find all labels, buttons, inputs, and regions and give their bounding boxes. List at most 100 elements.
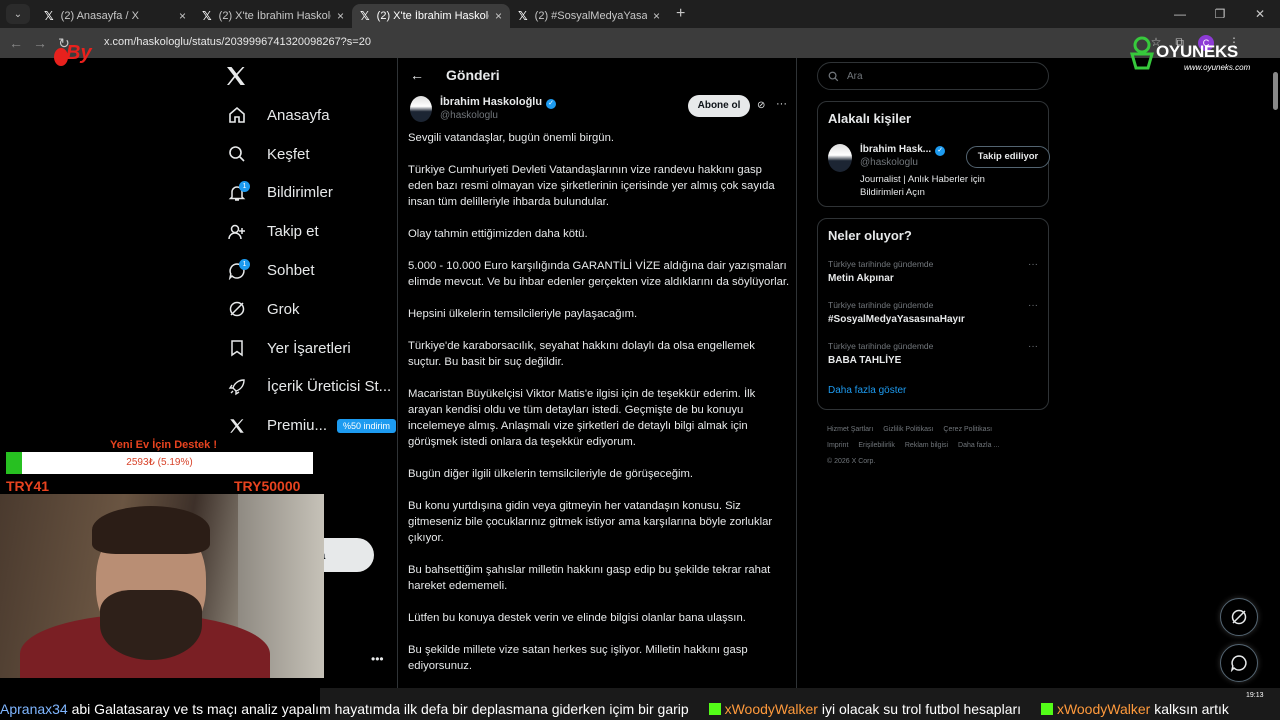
donation-min: TRY41 xyxy=(6,478,50,494)
nav-label: İçerik Üreticisi St... xyxy=(267,378,392,396)
chat-badge: 1 xyxy=(239,258,250,270)
by-logo-text: By xyxy=(66,42,92,64)
new-tab-icon[interactable]: + xyxy=(676,5,685,23)
trend-context: Türkiye tarihinde gündemde xyxy=(828,341,934,351)
minimize-icon[interactable]: — xyxy=(1160,7,1200,21)
post-body: Sevgili vatandaşlar, bugün önemli birgün… xyxy=(408,130,790,690)
browser-tab-1[interactable]: 𝕏 (2) Anasayfa / X × xyxy=(36,4,194,28)
footer-link[interactable]: Erişilebilirlik xyxy=(858,442,895,449)
forward-arrow-icon[interactable]: → xyxy=(28,35,52,51)
related-name-text: İbrahim Hask... xyxy=(860,144,932,155)
nav-label: Yer İşaretleri xyxy=(267,339,351,357)
x-favicon-icon: 𝕏 xyxy=(518,9,528,23)
x-favicon-icon: 𝕏 xyxy=(202,9,212,23)
chat-username: xWoodyWalker xyxy=(724,701,818,717)
x-icon xyxy=(230,419,244,433)
nav-item-creator-studio[interactable]: İçerik Üreticisi St... xyxy=(218,368,398,407)
window-controls: — ❐ ✕ xyxy=(1160,0,1280,28)
webcam-hair xyxy=(92,506,210,554)
trend-item[interactable]: Türkiye tarihinde gündemde Metin Akpınar… xyxy=(828,259,1040,297)
url-text[interactable]: x.com/haskologlu/status/2039996741320098… xyxy=(104,36,371,48)
following-button[interactable]: Takip ediliyor xyxy=(966,146,1050,168)
avatar[interactable] xyxy=(410,96,432,122)
nav-item-notifications[interactable]: 1 Bildirimler xyxy=(218,174,398,213)
search-box[interactable] xyxy=(817,62,1049,90)
close-icon[interactable]: × xyxy=(337,9,344,23)
nav-item-home[interactable]: Anasayfa xyxy=(218,96,398,135)
page-scrollbar[interactable] xyxy=(1270,58,1280,688)
trend-item[interactable]: Türkiye tarihinde gündemde #SosyalMedyaY… xyxy=(828,300,1040,338)
close-icon[interactable]: × xyxy=(653,9,660,23)
more-icon[interactable]: ··· xyxy=(1028,341,1038,352)
author-name[interactable]: İbrahim Haskoloğlu ✓ xyxy=(440,96,557,109)
search-input[interactable] xyxy=(847,70,1027,82)
avatar[interactable] xyxy=(828,144,852,172)
mascot-icon xyxy=(1130,36,1154,70)
verified-icon: ✓ xyxy=(546,99,557,109)
post-column: ← Gönderi İbrahim Haskoloğlu ✓ @haskologl… xyxy=(397,58,797,688)
close-icon[interactable]: × xyxy=(495,9,502,23)
window-close-icon[interactable]: ✕ xyxy=(1240,7,1280,21)
footer-link[interactable]: Imprint xyxy=(827,442,848,449)
more-icon[interactable]: ··· xyxy=(1028,259,1038,270)
account-more-icon[interactable]: ••• xyxy=(371,652,384,666)
nav-label: Sohbet xyxy=(267,262,315,280)
footer-link[interactable]: Daha fazla ... xyxy=(958,442,999,449)
author-handle[interactable]: @haskologlu xyxy=(440,110,498,121)
verified-icon: ✓ xyxy=(935,146,946,156)
post-paragraph: Sevgili vatandaşlar, bugün önemli birgün… xyxy=(408,132,614,144)
browser-tab-3[interactable]: 𝕏 (2) X'te İbrahim Haskoloğlu: "Sı × xyxy=(352,4,510,28)
related-name[interactable]: İbrahim Hask... ✓ xyxy=(860,144,946,156)
page-title: Gönderi xyxy=(446,67,500,83)
more-icon[interactable]: ··· xyxy=(776,98,787,110)
grok-floating-button[interactable] xyxy=(1220,598,1258,636)
chat-icon: 1 xyxy=(228,258,250,280)
donation-progress-bar: 2593₺ (5.19%) xyxy=(6,452,313,474)
scrollbar-thumb[interactable] xyxy=(1273,72,1278,110)
close-icon[interactable]: × xyxy=(179,9,186,23)
messages-floating-button[interactable] xyxy=(1220,644,1258,682)
trend-item[interactable]: Türkiye tarihinde gündemde BABA TAHLİYE … xyxy=(828,341,1040,379)
footer-link[interactable]: Gizlilik Politikası xyxy=(883,426,933,433)
nav-item-follow[interactable]: Takip et xyxy=(218,212,398,251)
post-paragraph: Olay tahmin ettiğimizden daha kötü. xyxy=(408,228,588,240)
nav-item-explore[interactable]: Keşfet xyxy=(218,135,398,174)
browser-tab-4[interactable]: 𝕏 (2) #SosyalMedyaYasasınaHayır × xyxy=(510,4,668,28)
clock: 19:13 xyxy=(1246,692,1264,699)
search-icon xyxy=(229,146,245,162)
post-paragraph: Bugün diğer ilgili ülkelerin temsilciler… xyxy=(408,468,694,480)
grok-icon[interactable]: ⊘ xyxy=(757,100,765,111)
tab-title: (2) Anasayfa / X xyxy=(60,10,139,22)
tab-search-icon[interactable]: ⌄ xyxy=(6,4,30,24)
webcam-overlay xyxy=(0,494,324,678)
footer-link[interactable]: Hizmet Şartları xyxy=(827,426,873,433)
address-bar: ← → ↻ x.com/haskologlu/status/2039996741… xyxy=(0,28,1280,58)
post-paragraph: Lütfen bu konuya destek verin ve elinde … xyxy=(408,612,746,624)
trends-panel: Neler oluyor? Türkiye tarihinde gündemde… xyxy=(817,218,1049,410)
rocket-icon xyxy=(228,379,245,396)
restore-icon[interactable]: ❐ xyxy=(1200,7,1240,21)
more-icon[interactable]: ··· xyxy=(1028,300,1038,311)
chat-icon xyxy=(1230,655,1247,672)
footer-link[interactable]: Reklam bilgisi xyxy=(905,442,948,449)
show-more-link[interactable]: Daha fazla göster xyxy=(828,385,906,396)
notification-badge: 1 xyxy=(239,180,250,192)
post-paragraph: Bu konu yurtdışına gidin veya gitmeyin h… xyxy=(408,500,773,544)
back-arrow-icon[interactable]: ← xyxy=(4,35,28,51)
nav-item-grok[interactable]: Grok xyxy=(218,290,398,329)
discount-badge: %50 indirim xyxy=(337,418,397,433)
grok-icon xyxy=(1231,609,1247,625)
back-arrow-icon[interactable]: ← xyxy=(410,67,424,83)
browser-tab-2[interactable]: 𝕏 (2) X'te İbrahim Haskoloğlu: "İş × xyxy=(194,4,352,28)
footer-link[interactable]: Çerez Politikası xyxy=(943,426,992,433)
nav-item-premium[interactable]: Premiu... %50 indirim xyxy=(218,406,398,445)
tab-title: (2) X'te İbrahim Haskoloğlu: "İş xyxy=(218,10,331,22)
nav-item-chat[interactable]: 1 Sohbet xyxy=(218,251,398,290)
x-logo-icon[interactable] xyxy=(224,64,248,88)
subscribe-button[interactable]: Abone ol xyxy=(688,95,750,117)
donation-max: TRY50000 xyxy=(234,478,301,494)
nav-item-bookmarks[interactable]: Yer İşaretleri xyxy=(218,329,398,368)
nav-label: Keşfet xyxy=(267,145,310,163)
chat-message: abi Galatasaray ve ts maçı analiz yapalı… xyxy=(71,701,689,717)
oyuneks-brand: OYUNEKS xyxy=(1156,42,1238,61)
